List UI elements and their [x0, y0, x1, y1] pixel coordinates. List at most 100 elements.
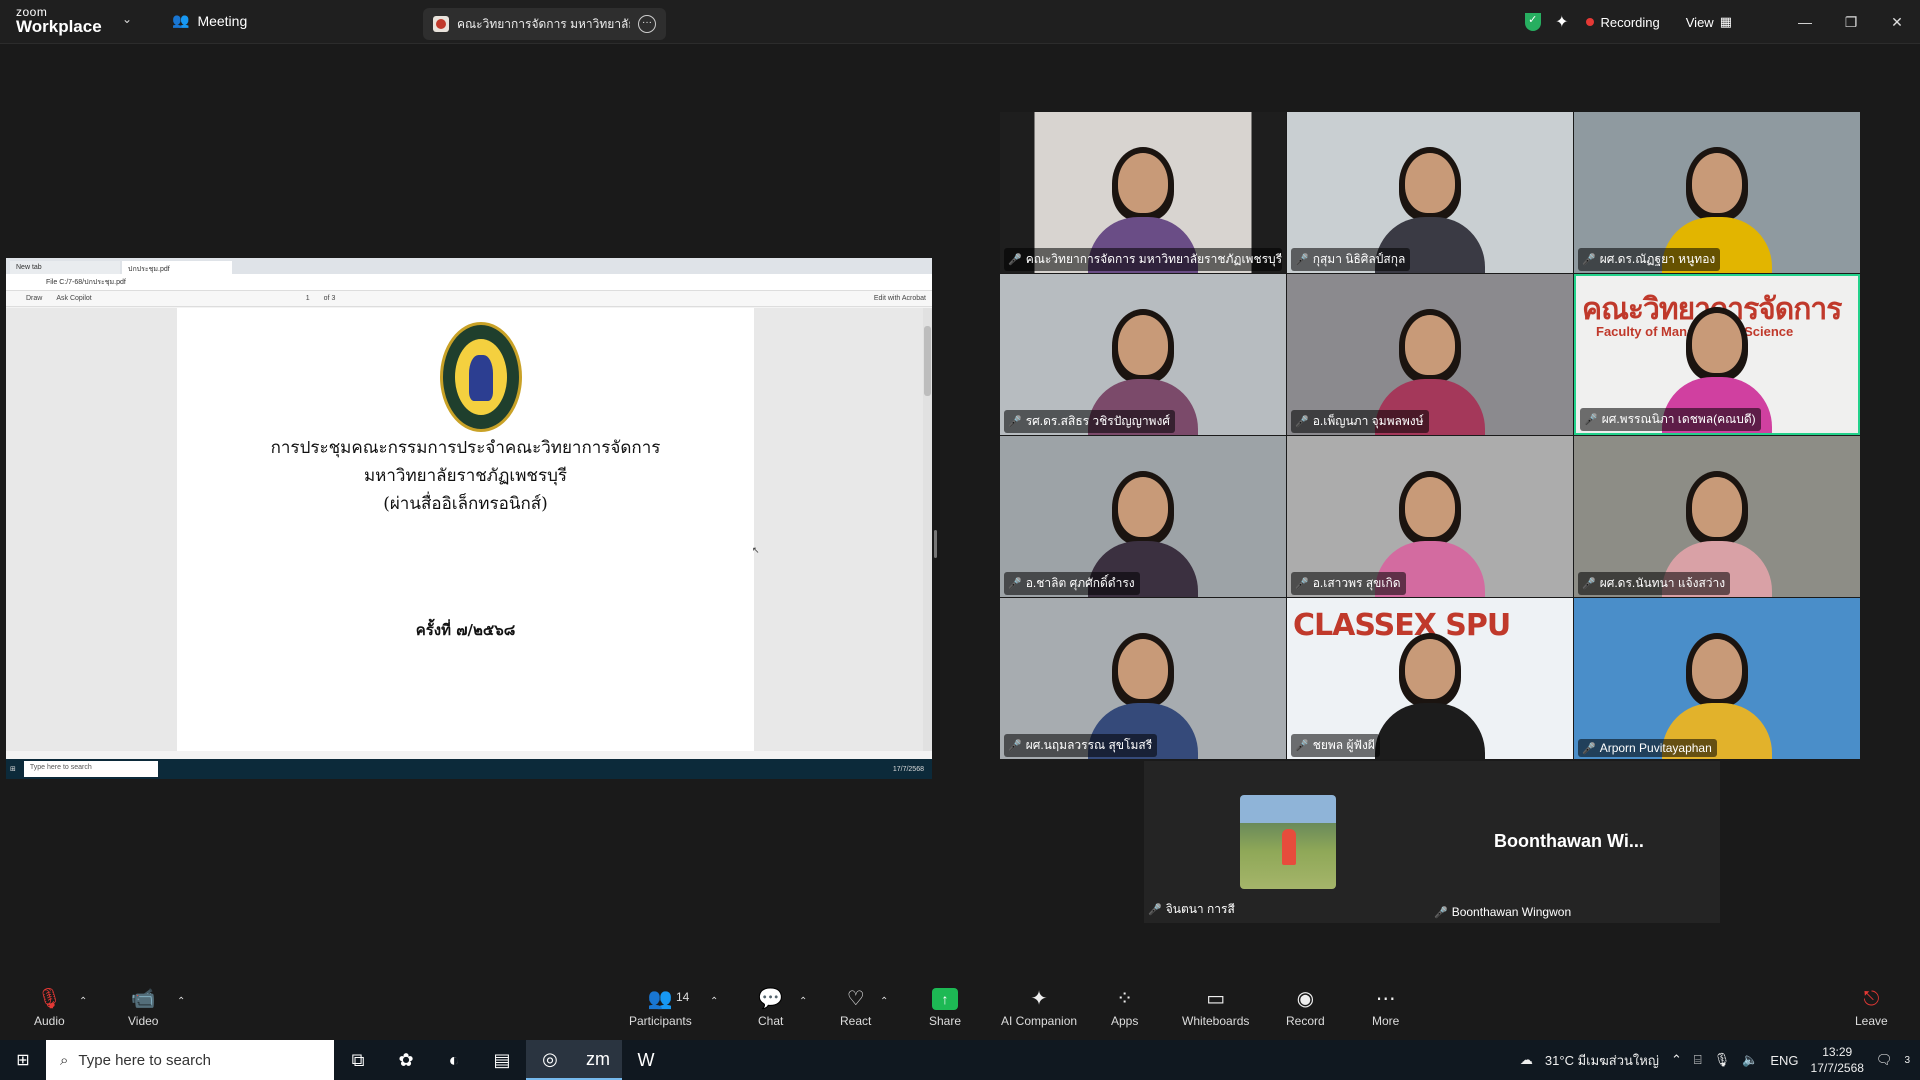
file-explorer-icon[interactable]: ▤ — [478, 1040, 526, 1080]
split-handle[interactable] — [934, 530, 937, 558]
chevron-up-icon[interactable]: ⌃ — [880, 996, 888, 1007]
mic-muted-icon: 🎤 — [1584, 414, 1598, 426]
browser-tab-pdf[interactable]: ปกประชุม.pdf — [122, 261, 232, 274]
apps-label: Apps — [1111, 1014, 1139, 1028]
recording-label: Recording — [1600, 14, 1660, 30]
audio-button[interactable]: 🎙 Audio — [34, 988, 65, 1028]
chevron-up-icon[interactable]: ⌃ — [1671, 1052, 1682, 1068]
share-source-tab[interactable]: คณะวิทยาการจัดการ มหาวิทยาลัยราชภัฏ ··· — [423, 8, 666, 40]
share-arrow-icon: ↑ — [932, 988, 959, 1010]
zoom-logo[interactable]: zoom Workplace — [16, 6, 102, 35]
participants-label: Participants — [629, 1014, 692, 1028]
chevron-up-icon[interactable]: ⌃ — [710, 996, 718, 1007]
ai-companion-button[interactable]: ✦ AI Companion — [1001, 988, 1077, 1028]
ask-copilot[interactable]: Ask Copilot — [56, 295, 91, 302]
participant-name-tag: 🎤 รศ.ดร.สสิธร วชิรปัญญาพงศ์ — [1004, 410, 1175, 433]
whiteboards-button[interactable]: ▭ Whiteboards — [1182, 988, 1249, 1028]
encryption-shield-icon[interactable] — [1525, 13, 1542, 31]
notification-icon[interactable]: 🗨 — [1876, 1052, 1893, 1068]
microphone-icon[interactable]: 🎙 — [1714, 1052, 1731, 1068]
video-tile[interactable]: 🎤 Arporn Puvitayaphan — [1574, 598, 1860, 759]
taskbar-search[interactable]: ⌕ Type here to search — [46, 1040, 334, 1080]
search-icon: ⌕ — [60, 1051, 69, 1069]
heart-icon: ♡ — [846, 988, 865, 1010]
scroll-thumb[interactable] — [924, 326, 931, 396]
video-tile[interactable]: 🎤 อ.เพ็ญนภา จุมพลพงษ์ — [1287, 274, 1573, 435]
more-icon[interactable]: ··· — [638, 15, 656, 33]
chevron-up-icon[interactable]: ⌃ — [79, 996, 87, 1007]
edge-icon[interactable]: ◐ — [430, 1040, 478, 1080]
recording-indicator[interactable]: Recording — [1586, 14, 1660, 30]
shared-date: 17/7/2568 — [892, 765, 924, 773]
record-dot-icon — [1586, 18, 1595, 26]
more-label: More — [1372, 1014, 1400, 1028]
faculty-logo-icon — [433, 16, 449, 32]
mouse-cursor-icon: ↖ — [752, 545, 760, 555]
ai-sparkle-icon[interactable]: ✦ — [1555, 12, 1568, 32]
video-tile[interactable]: 🎤 อ.ชาลิต ศุภศักดิ์ดำรง — [1000, 436, 1286, 597]
video-tile[interactable]: 🎤 คณะวิทยาการจัดการ มหาวิทยาลัยราชภัฏเพชร… — [1000, 112, 1286, 273]
page-number[interactable]: 1 — [306, 295, 310, 302]
video-button[interactable]: 📹 Video — [128, 988, 158, 1028]
doc-line-2: มหาวิทยาลัยราชภัฏเพชรบุรี — [363, 466, 568, 486]
copilot-icon[interactable]: ✿ — [382, 1040, 430, 1080]
participant-name: อ.เพ็ญนภา จุมพลพงษ์ — [1312, 414, 1424, 428]
mic-muted-icon: 🎤 — [1008, 416, 1022, 428]
video-tile[interactable]: 🎤 ผศ.ดร.ณัฏฐยา หนูทอง — [1574, 112, 1860, 273]
chevron-up-icon[interactable]: ⌃ — [177, 996, 185, 1007]
chevron-up-icon[interactable]: ⌃ — [799, 996, 807, 1007]
zoom-app-icon[interactable]: zm — [574, 1040, 622, 1080]
chat-button[interactable]: 💬 Chat — [758, 988, 783, 1028]
react-button[interactable]: ♡ React — [840, 988, 871, 1028]
video-tile[interactable]: 🎤 ผศ.ดร.นันทนา แจ้งสว่าง — [1574, 436, 1860, 597]
volume-icon[interactable]: 🔈 — [1742, 1052, 1758, 1068]
participant-name-tag: 🎤 อ.ชาลิต ศุภศักดิ์ดำรง — [1004, 572, 1140, 595]
video-tile[interactable]: 🎤 รศ.ดร.สสิธร วชิรปัญญาพงศ์ — [1000, 274, 1286, 435]
doc-line-4: ครั้งที่ ๗/๒๕๖๘ — [415, 621, 516, 639]
apps-button[interactable]: ⁘ Apps — [1111, 988, 1138, 1028]
network-icon[interactable]: ⌸ — [1694, 1052, 1702, 1068]
address-bar[interactable]: File C:/7-68/ปกประชุม.pdf — [6, 274, 932, 291]
participant-display-name: Boonthawan Wi... — [1494, 831, 1644, 851]
more-button[interactable]: ⋯ More — [1372, 988, 1399, 1028]
meeting-menu[interactable]: 👥 Meeting — [172, 12, 247, 29]
restore-icon[interactable]: ❐ — [1828, 14, 1874, 31]
pdf-scrollbar[interactable] — [923, 308, 932, 751]
bottom-video-row: 🎤 จินตนา การสี Boonthawan Wi... 🎤 Boonthaw… — [1144, 761, 1720, 923]
video-tile[interactable]: คณะวิทยาการจัดการFaculty of Management S… — [1574, 274, 1860, 435]
participant-name-tag: 🎤 จินตนา การสี — [1148, 900, 1235, 919]
video-tile[interactable]: 🎤 ผศ.นฤมลวรรณ สุขโมสรี — [1000, 598, 1286, 759]
mic-muted-icon: 🎤 — [1582, 742, 1596, 755]
notification-count: 3 — [1904, 1054, 1910, 1066]
participant-name-tag: 🎤 Arporn Puvitayaphan — [1578, 739, 1717, 757]
more-icon: ⋯ — [1375, 988, 1396, 1010]
leave-button[interactable]: ⎋ Leave — [1855, 988, 1888, 1028]
chrome-icon[interactable]: ◎ — [526, 1040, 574, 1080]
record-label: Record — [1286, 1014, 1325, 1028]
mic-muted-icon: 🎤 — [1008, 740, 1022, 752]
task-view-icon[interactable]: ⧉ — [334, 1040, 382, 1080]
grid-icon: ▦ — [1719, 14, 1732, 29]
close-icon[interactable]: ✕ — [1874, 14, 1920, 31]
shared-search: Type here to search — [23, 761, 158, 777]
browser-tab-new[interactable]: New tab — [10, 261, 120, 274]
language-indicator[interactable]: ENG — [1770, 1053, 1798, 1068]
windows-start-icon[interactable]: ⊞ — [0, 1040, 46, 1080]
draw-tool[interactable]: Draw — [26, 295, 42, 302]
view-button[interactable]: View ▦ — [1686, 14, 1732, 30]
chevron-down-icon[interactable]: ⌄ — [122, 12, 132, 26]
page-total: of 3 — [323, 295, 336, 302]
video-tile[interactable]: 🎤 อ.เสาวพร สุขเกิด — [1287, 436, 1573, 597]
share-button[interactable]: ↑ Share — [929, 988, 961, 1028]
word-icon[interactable]: W — [622, 1040, 670, 1080]
shared-screen: New tab ปกประชุม.pdf File C:/7-68/ปกประช… — [6, 258, 932, 779]
taskbar-clock[interactable]: 13:29 17/7/2568 — [1811, 1044, 1864, 1076]
weather-text[interactable]: 31°C มีเมฆส่วนใหญ่ — [1545, 1050, 1659, 1071]
edit-with-acrobat[interactable]: Edit with Acrobat — [874, 295, 926, 302]
record-button[interactable]: ◉ Record — [1286, 988, 1325, 1028]
video-tile[interactable]: CLASSEX SPU 🎤 ชยพล ผู้ฟังผี — [1287, 598, 1573, 759]
video-tile[interactable]: 🎤 กุสุมา นิธิศิลป์สกุล — [1287, 112, 1573, 273]
whiteboards-label: Whiteboards — [1182, 1014, 1250, 1028]
minimize-icon[interactable]: — — [1782, 14, 1828, 30]
participants-count: 14 — [676, 990, 690, 1004]
